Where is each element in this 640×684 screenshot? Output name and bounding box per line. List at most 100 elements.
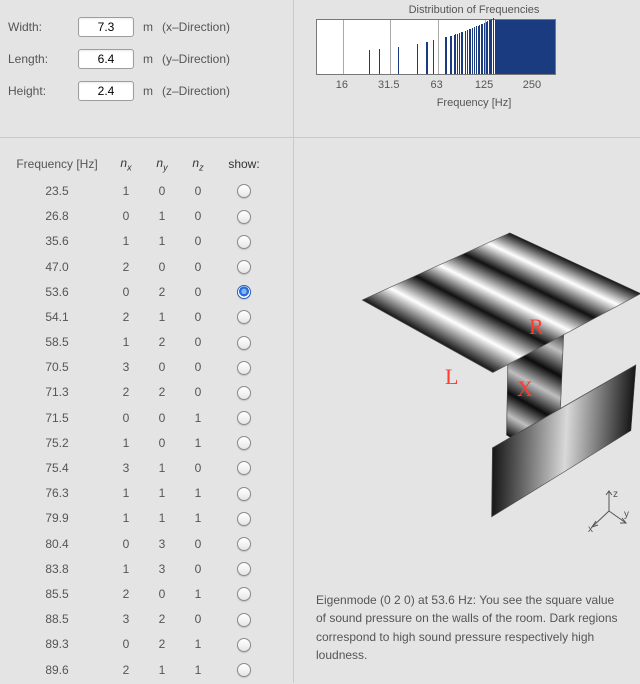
dim-unit: m [134,20,162,34]
svg-text:z: z [613,489,618,500]
cell-nx: 2 [108,260,144,274]
table-row: 83.8130 [6,556,287,581]
show-radio[interactable] [237,285,251,299]
show-radio[interactable] [237,562,251,576]
cell-nx: 2 [108,663,144,677]
cell-frequency: 85.5 [6,587,108,601]
cell-frequency: 26.8 [6,209,108,223]
show-radio[interactable] [237,512,251,526]
frequency-table: Frequency [Hz] nx ny nz show: 23.510026.… [0,138,294,683]
cell-nx: 1 [108,486,144,500]
cell-frequency: 76.3 [6,486,108,500]
cell-ny: 1 [144,209,180,223]
cell-frequency: 83.8 [6,562,108,576]
cell-ny: 0 [144,436,180,450]
length-input[interactable] [78,49,134,69]
cell-frequency: 58.5 [6,335,108,349]
dim-direction: (x–Direction) [162,20,230,34]
show-radio[interactable] [237,537,251,551]
cell-nx: 2 [108,587,144,601]
cell-nx: 1 [108,562,144,576]
show-radio[interactable] [237,487,251,501]
cell-nx: 2 [108,385,144,399]
distribution-panel: Distribution of Frequencies 1631.5631252… [294,0,640,137]
room-render[interactable]: L R X [307,184,627,514]
cell-ny: 0 [144,184,180,198]
cell-nz: 0 [180,285,216,299]
cell-ny: 2 [144,612,180,626]
distribution-title: Distribution of Frequencies [316,4,632,16]
show-radio[interactable] [237,235,251,249]
col-frequency: Frequency [Hz] [6,157,108,171]
table-row: 58.5120 [6,330,287,355]
cell-nx: 2 [108,310,144,324]
table-row: 89.3021 [6,632,287,657]
cell-frequency: 75.4 [6,461,108,475]
table-row: 85.5201 [6,581,287,606]
cell-ny: 1 [144,663,180,677]
cell-nz: 1 [180,587,216,601]
table-row: 47.0200 [6,254,287,279]
distribution-xlabel: Frequency [Hz] [316,97,632,109]
col-ny: ny [144,156,180,172]
cell-frequency: 71.3 [6,385,108,399]
cell-ny: 2 [144,637,180,651]
cell-frequency: 54.1 [6,310,108,324]
table-row: 53.6020 [6,279,287,304]
height-input[interactable] [78,81,134,101]
show-radio[interactable] [237,361,251,375]
cell-nz: 1 [180,637,216,651]
dimensions-panel: Width: m (x–Direction) Length: m (y–Dire… [0,0,294,137]
cell-ny: 2 [144,285,180,299]
cell-nz: 1 [180,411,216,425]
show-radio[interactable] [237,436,251,450]
show-radio[interactable] [237,638,251,652]
show-radio[interactable] [237,613,251,627]
table-row: 76.3111 [6,481,287,506]
table-row: 26.8010 [6,204,287,229]
dim-direction: (z–Direction) [162,84,230,98]
cell-frequency: 23.5 [6,184,108,198]
col-nz: nz [180,156,216,172]
show-radio[interactable] [237,587,251,601]
dim-label: Length: [8,52,78,66]
table-row: 89.6211 [6,657,287,682]
dim-row-length: Length: m (y–Direction) [8,46,285,72]
svg-text:x: x [588,524,593,535]
dim-row-height: Height: m (z–Direction) [8,78,285,104]
cell-nx: 3 [108,612,144,626]
dim-label: Height: [8,84,78,98]
show-radio[interactable] [237,336,251,350]
show-radio[interactable] [237,411,251,425]
cell-nz: 0 [180,260,216,274]
cell-ny: 0 [144,260,180,274]
cell-frequency: 53.6 [6,285,108,299]
cell-nx: 1 [108,335,144,349]
dim-direction: (y–Direction) [162,52,230,66]
cell-ny: 3 [144,537,180,551]
eigenmode-caption: Eigenmode (0 2 0) at 53.6 Hz: You see th… [316,591,622,665]
show-radio[interactable] [237,386,251,400]
cell-frequency: 88.5 [6,612,108,626]
cell-nz: 0 [180,234,216,248]
table-row: 75.2101 [6,430,287,455]
cell-ny: 0 [144,587,180,601]
cell-nx: 3 [108,461,144,475]
cell-nz: 1 [180,436,216,450]
show-radio[interactable] [237,260,251,274]
show-radio[interactable] [237,184,251,198]
cell-nx: 0 [108,411,144,425]
width-input[interactable] [78,17,134,37]
show-radio[interactable] [237,663,251,677]
cell-nx: 0 [108,537,144,551]
cell-nx: 0 [108,209,144,223]
cell-frequency: 70.5 [6,360,108,374]
show-radio[interactable] [237,310,251,324]
table-row: 80.4030 [6,531,287,556]
table-row: 35.6110 [6,229,287,254]
table-row: 88.5320 [6,607,287,632]
show-radio[interactable] [237,461,251,475]
show-radio[interactable] [237,210,251,224]
table-row: 54.1210 [6,304,287,329]
cell-nx: 0 [108,285,144,299]
